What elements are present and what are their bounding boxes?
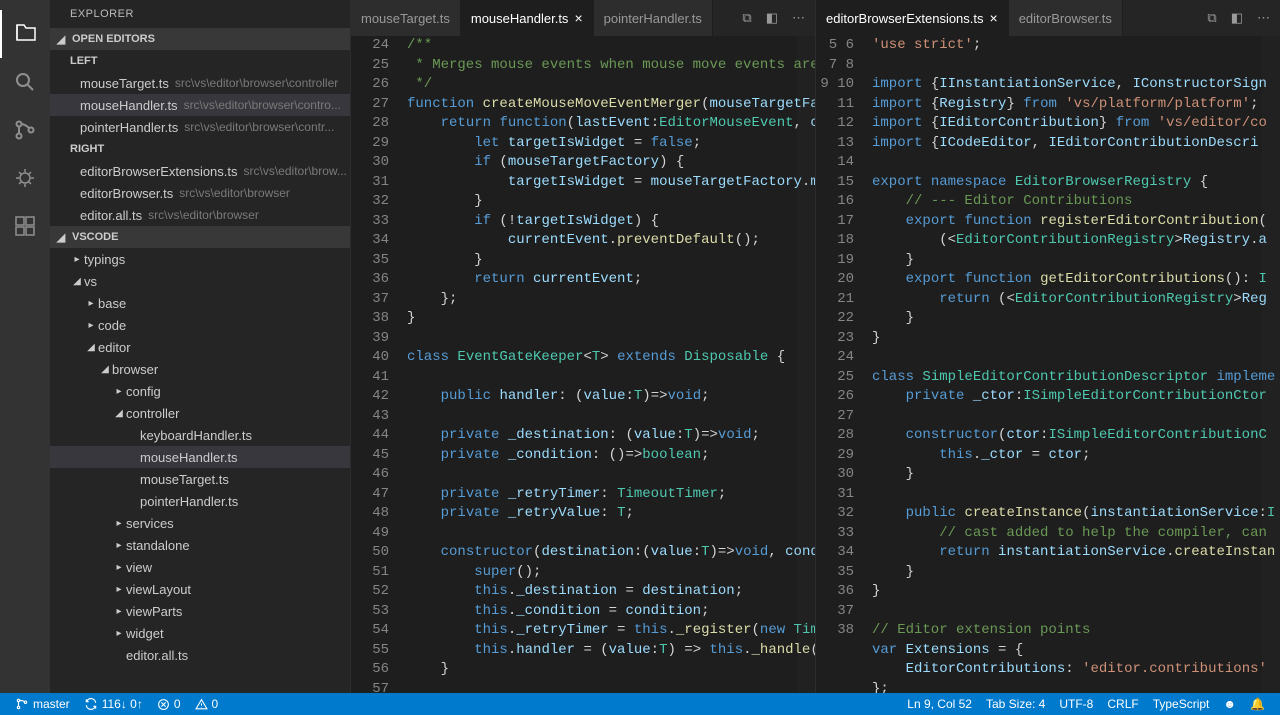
extensions-activity-icon[interactable] (0, 202, 50, 250)
split-editor-icon[interactable]: ◧ (766, 10, 778, 26)
tree-item[interactable]: ▸code (50, 314, 350, 336)
tab-editorBrowser[interactable]: editorBrowser.ts (1009, 0, 1123, 36)
sidebar-title: EXPLORER (50, 0, 350, 28)
open-editor-item[interactable]: editorBrowserExtensions.tssrc\vs\editor\… (50, 160, 350, 182)
tree-item[interactable]: ▸base (50, 292, 350, 314)
eol-status[interactable]: CRLF (1100, 693, 1145, 715)
open-editor-item[interactable]: pointerHandler.tssrc\vs\editor\browser\c… (50, 116, 350, 138)
open-editor-item[interactable]: editor.all.tssrc\vs\editor\browser (50, 204, 350, 226)
explorer-activity-icon[interactable] (0, 10, 50, 58)
tree-item[interactable]: ▸viewLayout (50, 578, 350, 600)
close-icon[interactable]: × (990, 10, 998, 26)
minimap[interactable] (797, 36, 815, 693)
encoding-status[interactable]: UTF-8 (1052, 693, 1100, 715)
activity-bar (0, 0, 50, 693)
tree-item[interactable]: ▸viewParts (50, 600, 350, 622)
tab-mouseHandler[interactable]: mouseHandler.ts× (461, 0, 594, 36)
search-activity-icon[interactable] (0, 58, 50, 106)
tree-item[interactable]: ▸config (50, 380, 350, 402)
tab-bar-right: editorBrowserExtensions.ts× editorBrowse… (816, 0, 1280, 36)
tree-item[interactable]: mouseTarget.ts (50, 468, 350, 490)
tab-bar-left: mouseTarget.ts mouseHandler.ts× pointerH… (351, 0, 815, 36)
copy-icon[interactable]: ⧉ (742, 10, 751, 26)
open-editor-item[interactable]: mouseHandler.tssrc\vs\editor\browser\con… (50, 94, 350, 116)
errors-status[interactable]: 0 (150, 693, 188, 715)
open-editor-item[interactable]: editorBrowser.tssrc\vs\editor\browser (50, 182, 350, 204)
feedback-icon[interactable]: ☻ (1216, 693, 1243, 715)
tree-item[interactable]: editor.all.ts (50, 644, 350, 666)
close-icon[interactable]: × (574, 10, 582, 26)
git-branch-status[interactable]: master (8, 693, 77, 715)
more-icon[interactable]: ⋯ (792, 10, 805, 26)
sync-status[interactable]: 116↓ 0↑ (77, 693, 150, 715)
folder-section-header[interactable]: ◢ VSCODE (50, 226, 350, 248)
explorer-sidebar: EXPLORER ◢ OPEN EDITORS LEFT mouseTarget… (50, 0, 350, 693)
tree-item[interactable]: ◢browser (50, 358, 350, 380)
editor-group-right: editorBrowserExtensions.ts× editorBrowse… (815, 0, 1280, 693)
code-editor-right[interactable]: 5 6 7 8 9 10 11 12 13 14 15 16 17 18 19 … (816, 36, 1280, 693)
tab-mouseTarget[interactable]: mouseTarget.ts (351, 0, 461, 36)
tree-item[interactable]: mouseHandler.ts (50, 446, 350, 468)
copy-icon[interactable]: ⧉ (1207, 10, 1216, 26)
tree-item[interactable]: ◢editor (50, 336, 350, 358)
open-editor-item[interactable]: mouseTarget.tssrc\vs\editor\browser\cont… (50, 72, 350, 94)
tab-size-status[interactable]: Tab Size: 4 (979, 693, 1052, 715)
split-editor-icon[interactable]: ◧ (1231, 10, 1243, 26)
chevron-down-icon: ◢ (54, 231, 68, 244)
line-col-status[interactable]: Ln 9, Col 52 (900, 693, 979, 715)
group-label-right: RIGHT (50, 138, 350, 160)
notifications-icon[interactable]: 🔔 (1243, 693, 1272, 715)
tree-item[interactable]: ◢vs (50, 270, 350, 292)
tab-pointerHandler[interactable]: pointerHandler.ts (594, 0, 713, 36)
status-bar: master 116↓ 0↑ 0 0 Ln 9, Col 52 Tab Size… (0, 693, 1280, 715)
tree-item[interactable]: ◢controller (50, 402, 350, 424)
open-editors-section-header[interactable]: ◢ OPEN EDITORS (50, 28, 350, 50)
language-status[interactable]: TypeScript (1146, 693, 1217, 715)
more-icon[interactable]: ⋯ (1257, 10, 1270, 26)
debug-activity-icon[interactable] (0, 154, 50, 202)
tree-item[interactable]: ▸standalone (50, 534, 350, 556)
minimap[interactable] (1262, 36, 1280, 693)
scm-activity-icon[interactable] (0, 106, 50, 154)
tree-item[interactable]: ▸view (50, 556, 350, 578)
tab-editorBrowserExtensions[interactable]: editorBrowserExtensions.ts× (816, 0, 1009, 36)
editor-group-left: mouseTarget.ts mouseHandler.ts× pointerH… (350, 0, 815, 693)
group-label-left: LEFT (50, 50, 350, 72)
chevron-down-icon: ◢ (54, 33, 68, 46)
code-editor-left[interactable]: 24 25 26 27 28 29 30 31 32 33 34 35 36 3… (351, 36, 815, 693)
tree-item[interactable]: pointerHandler.ts (50, 490, 350, 512)
tree-item[interactable]: keyboardHandler.ts (50, 424, 350, 446)
tree-item[interactable]: ▸typings (50, 248, 350, 270)
tree-item[interactable]: ▸services (50, 512, 350, 534)
tree-item[interactable]: ▸widget (50, 622, 350, 644)
warnings-status[interactable]: 0 (188, 693, 226, 715)
